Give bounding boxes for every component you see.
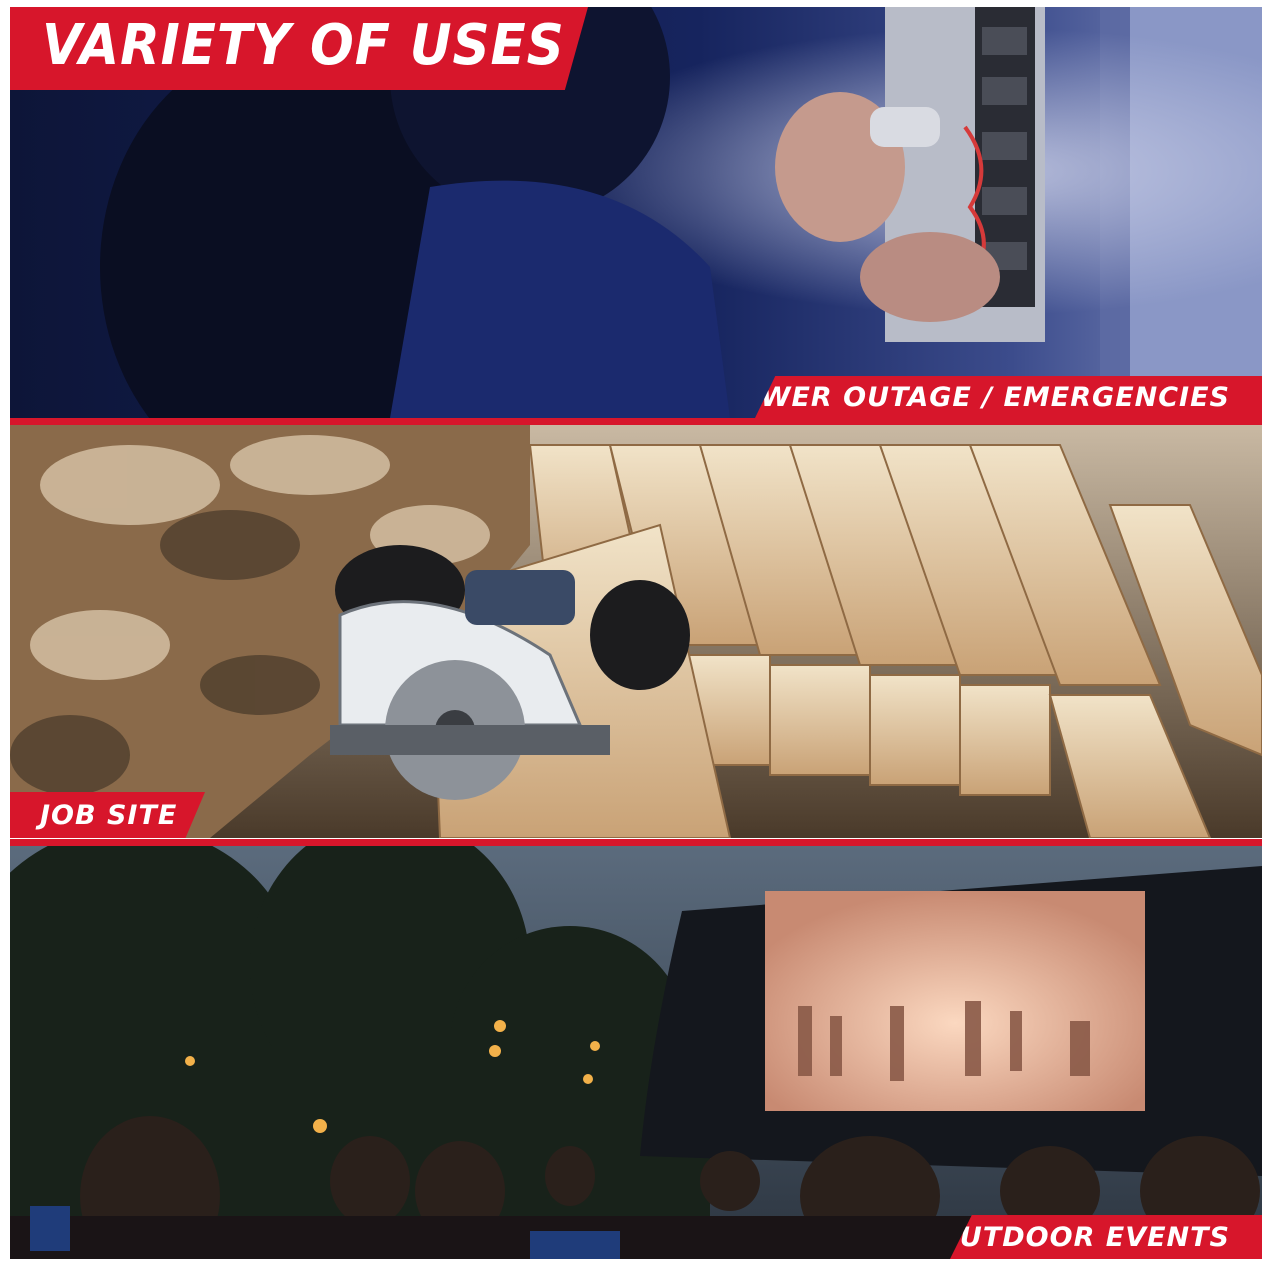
page-title: VARIETY OF USES — [42, 13, 565, 78]
job-site-scene — [10, 425, 1262, 838]
caption-outdoor-events-text: OUTDOOR EVENTS — [935, 1221, 1230, 1253]
caption-outdoor-events: OUTDOOR EVENTS — [950, 1215, 1262, 1259]
outdoor-events-scene — [10, 846, 1262, 1259]
job-site-photo: JOB SITE — [10, 425, 1262, 838]
divider — [10, 418, 1262, 425]
caption-power-outage: POWER OUTAGE / EMERGENCIES — [755, 376, 1262, 418]
divider — [10, 839, 1262, 846]
caption-job-site: JOB SITE — [10, 792, 205, 838]
caption-power-outage-text: POWER OUTAGE / EMERGENCIES — [715, 381, 1230, 413]
power-outage-photo: VARIETY OF USES POWER OUTAGE / EMERGENCI… — [10, 7, 1262, 418]
caption-job-site-text: JOB SITE — [40, 799, 178, 831]
outdoor-events-photo: OUTDOOR EVENTS — [10, 846, 1262, 1259]
